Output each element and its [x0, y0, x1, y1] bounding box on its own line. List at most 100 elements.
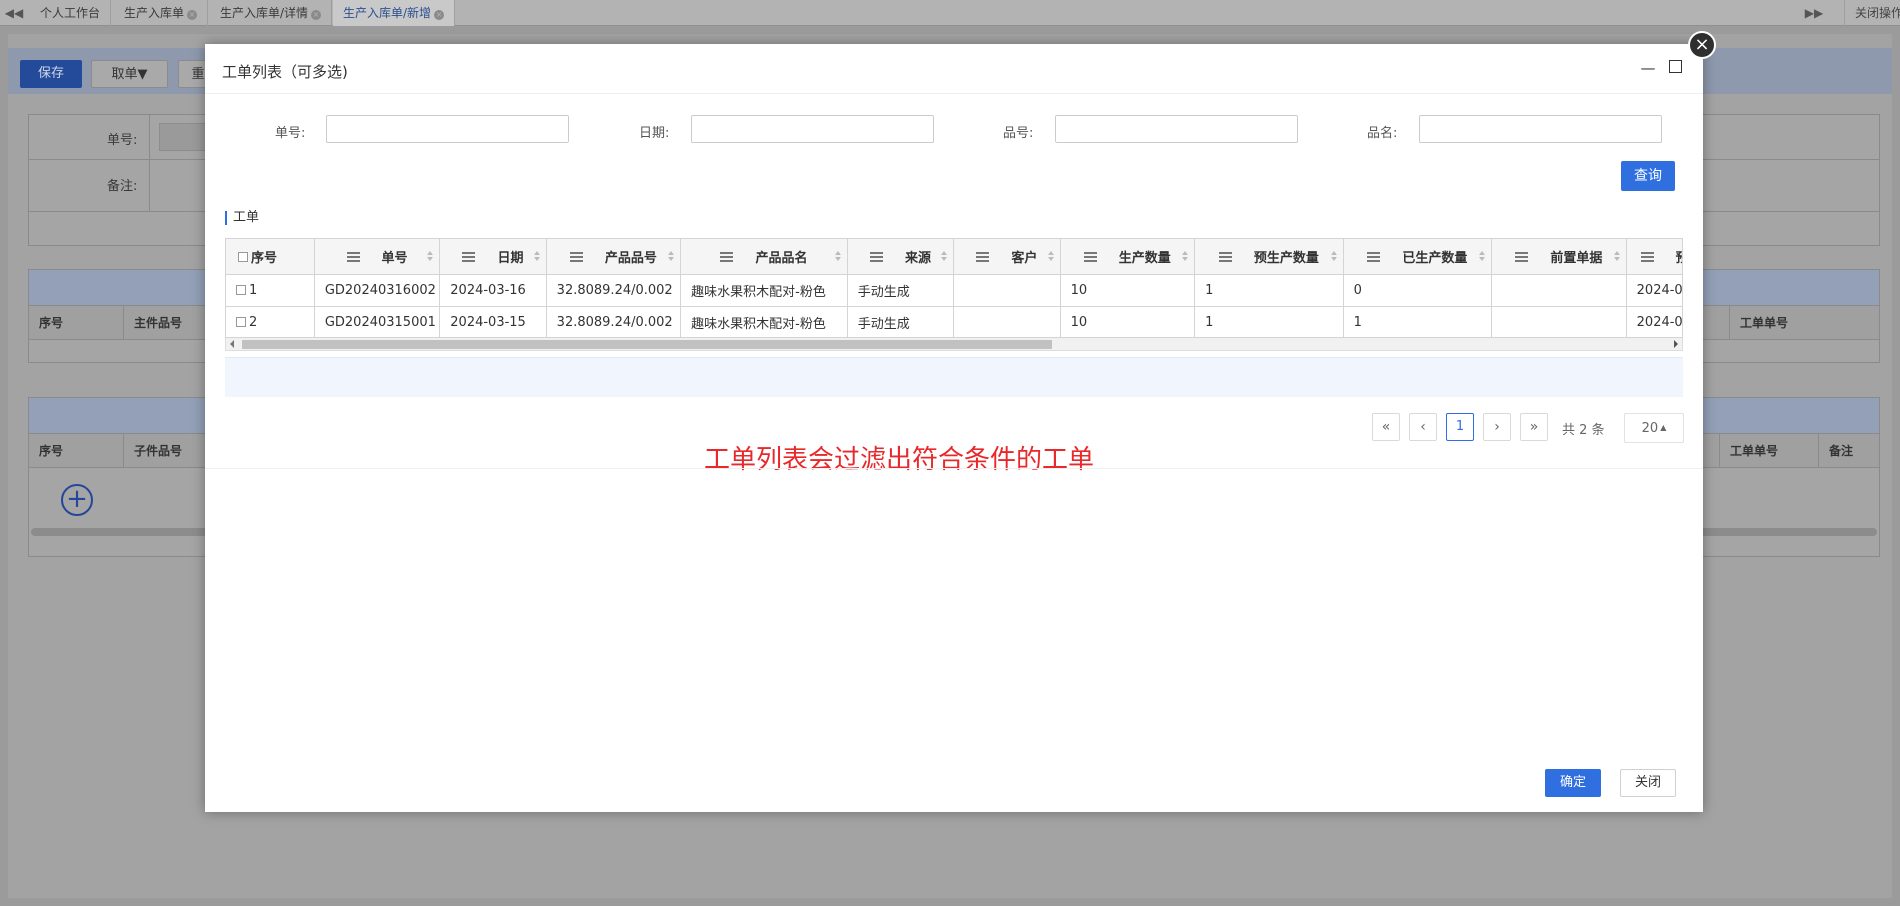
- close-button[interactable]: 关闭: [1620, 769, 1676, 797]
- tab-close-icon[interactable]: ×: [311, 10, 322, 20]
- scroll-right-icon[interactable]: [1674, 340, 1678, 348]
- source-cell: 手动生成: [847, 274, 955, 307]
- tab-close-icon[interactable]: ×: [187, 10, 198, 20]
- column-header-customer[interactable]: 客户: [953, 239, 1061, 275]
- column-header-seq[interactable]: 序号: [226, 239, 315, 275]
- column-header-done-qty[interactable]: 已生产数量: [1343, 239, 1493, 275]
- column-menu-icon[interactable]: [346, 251, 360, 262]
- row-checkbox[interactable]: [236, 317, 246, 327]
- column-header-product-name[interactable]: 产品品名: [680, 239, 848, 275]
- tab-workbench[interactable]: 个人工作台: [30, 0, 112, 26]
- sort-icon[interactable]: [941, 251, 948, 263]
- row-checkbox[interactable]: [236, 285, 246, 295]
- prev-page-button[interactable]: ‹: [1409, 413, 1437, 441]
- sort-icon[interactable]: [427, 251, 434, 263]
- column-header-product-no[interactable]: 产品品号: [546, 239, 682, 275]
- sort-icon[interactable]: [834, 251, 841, 263]
- table-row[interactable]: 2 GD20240315001 2024-03-15 32.8089.24/0.…: [226, 306, 1682, 337]
- pre-doc-cell: [1491, 306, 1627, 337]
- scroll-left-icon[interactable]: [230, 340, 234, 348]
- column-header-pre-qty[interactable]: 预生产数量: [1194, 239, 1344, 275]
- column-menu-icon[interactable]: [720, 251, 734, 262]
- sort-icon[interactable]: [1330, 251, 1337, 263]
- column-menu-icon[interactable]: [569, 251, 583, 262]
- sort-icon[interactable]: [1479, 251, 1486, 263]
- tab-scroll-right-icon[interactable]: ▶▶: [1800, 0, 1828, 26]
- row-seq-cell: 1: [226, 274, 315, 307]
- query-button[interactable]: 查询: [1621, 161, 1675, 191]
- column-header: 备注: [1829, 444, 1854, 458]
- total-count: 共 2 条: [1562, 423, 1605, 438]
- section-title: 工单: [225, 211, 259, 225]
- product-name-cell: 趣味水果积木配对-粉色: [680, 274, 848, 307]
- annotation-text: 工单列表会过滤出符合条件的工单: [704, 445, 1095, 475]
- sort-icon[interactable]: [1047, 251, 1054, 263]
- work-order-list-dialog: 工单列表（可多选) — × 单号: 日期: 品号: 品名: 查询 工单 序号 单…: [205, 31, 1716, 812]
- tab-close-ops[interactable]: 关闭操作: [1844, 0, 1900, 26]
- close-icon[interactable]: ×: [1688, 31, 1716, 59]
- save-button[interactable]: 保存: [20, 60, 82, 88]
- minimize-icon[interactable]: —: [1639, 59, 1657, 77]
- column-menu-icon[interactable]: [1515, 251, 1529, 262]
- column-menu-icon[interactable]: [869, 251, 883, 262]
- sort-icon[interactable]: [1182, 251, 1189, 263]
- fetch-order-button[interactable]: 取单▼: [91, 60, 168, 88]
- column-menu-icon[interactable]: [1640, 251, 1654, 262]
- first-page-button[interactable]: «: [1372, 413, 1400, 441]
- column-header-extra[interactable]: 预: [1626, 239, 1682, 275]
- order-no-cell: GD20240316002: [314, 274, 441, 307]
- scrollbar-thumb[interactable]: [242, 340, 1052, 349]
- column-menu-icon[interactable]: [462, 251, 476, 262]
- tab-production-receipt-new[interactable]: 生产入库单/新增 ×: [333, 0, 456, 26]
- column-header-source[interactable]: 来源: [847, 239, 955, 275]
- column-menu-icon[interactable]: [976, 251, 990, 262]
- order-no-search-input[interactable]: [326, 115, 569, 143]
- customer-cell: [953, 274, 1061, 307]
- column-header: 工单单号: [1729, 306, 1881, 340]
- column-header-order-no[interactable]: 单号: [314, 239, 441, 275]
- date-search-input[interactable]: [691, 115, 934, 143]
- column-menu-icon[interactable]: [1218, 251, 1232, 262]
- tab-label: 生产入库单/详情: [220, 6, 309, 20]
- item-no-search-input[interactable]: [1055, 115, 1298, 143]
- confirm-button[interactable]: 确定: [1545, 769, 1601, 797]
- pre-qty-cell: 1: [1194, 274, 1344, 307]
- tab-close-icon[interactable]: ×: [434, 10, 445, 20]
- qty-cell: 10: [1060, 274, 1196, 307]
- column-header: 序号: [29, 434, 124, 468]
- tab-label: 个人工作台: [40, 6, 101, 20]
- current-page-button[interactable]: 1: [1446, 413, 1474, 441]
- date-search-label: 日期:: [639, 126, 670, 141]
- column-header-date[interactable]: 日期: [439, 239, 547, 275]
- tab-scroll-left-icon[interactable]: ◀◀: [0, 0, 28, 26]
- select-all-checkbox[interactable]: [238, 251, 248, 262]
- table-row[interactable]: 1 GD20240316002 2024-03-16 32.8089.24/0.…: [226, 274, 1682, 307]
- tab-production-receipt[interactable]: 生产入库单 ×: [114, 0, 209, 26]
- sort-icon[interactable]: [533, 251, 540, 263]
- item-no-search-label: 品号:: [1003, 126, 1034, 141]
- done-qty-cell: 0: [1343, 274, 1493, 307]
- column-header: 序号: [29, 306, 124, 340]
- next-page-button[interactable]: ›: [1483, 413, 1511, 441]
- item-name-search-input[interactable]: [1419, 115, 1662, 143]
- last-page-button[interactable]: »: [1520, 413, 1548, 441]
- date-cell: 2024-03-15: [439, 306, 547, 337]
- page-size-select[interactable]: 20 ▲: [1624, 413, 1684, 443]
- caret-up-icon: ▲: [1660, 423, 1667, 432]
- column-header-qty[interactable]: 生产数量: [1060, 239, 1196, 275]
- dialog-header: 工单列表（可多选) —: [205, 44, 1703, 94]
- column-menu-icon[interactable]: [1083, 251, 1097, 262]
- tab-label: 生产入库单: [124, 6, 185, 20]
- add-row-icon[interactable]: +: [61, 484, 93, 516]
- order-no-label: 单号:: [107, 133, 138, 148]
- product-no-cell: 32.8089.24/0.002: [546, 306, 682, 337]
- column-header-pre-doc[interactable]: 前置单据: [1491, 239, 1627, 275]
- qty-cell: 10: [1060, 306, 1196, 337]
- grid-horizontal-scrollbar[interactable]: [225, 338, 1683, 351]
- maximize-icon[interactable]: [1666, 59, 1684, 77]
- column-menu-icon[interactable]: [1367, 251, 1381, 262]
- sort-icon[interactable]: [668, 251, 675, 263]
- tab-production-receipt-detail[interactable]: 生产入库单/详情 ×: [210, 0, 333, 26]
- pre-doc-cell: [1491, 274, 1627, 307]
- sort-icon[interactable]: [1613, 251, 1620, 263]
